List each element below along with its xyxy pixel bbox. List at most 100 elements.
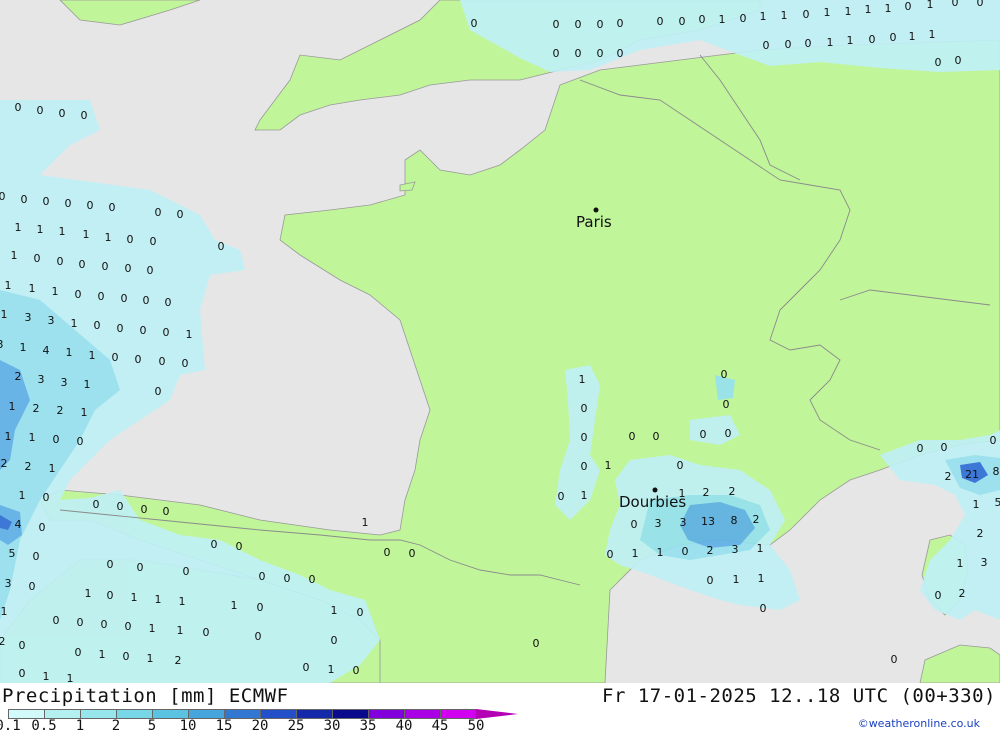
precip-value: 0	[137, 561, 144, 574]
precip-value: 1	[847, 34, 854, 47]
precip-value: 2	[0, 635, 6, 648]
precip-value: 0	[37, 104, 44, 117]
precip-value: 0	[558, 490, 565, 503]
precip-value: 0	[763, 39, 770, 52]
legend-labels: 0.10.5125101520253035404550	[0, 718, 520, 734]
precip-value: 1	[331, 604, 338, 617]
precip-value: 1	[328, 663, 335, 676]
precip-value: 0	[53, 614, 60, 627]
precip-value: 0	[15, 101, 22, 114]
precip-value: 0	[707, 574, 714, 587]
precip-value: 0	[721, 368, 728, 381]
precip-value: 1	[29, 431, 36, 444]
precip-value: 0	[725, 427, 732, 440]
precip-value: 0	[952, 0, 959, 9]
precip-value: 0	[59, 107, 66, 120]
precip-value: 0	[891, 653, 898, 666]
precip-value: 2	[25, 460, 32, 473]
precip-value: 1	[186, 328, 193, 341]
precip-value: 1	[15, 221, 22, 234]
precip-value: 1	[657, 546, 664, 559]
precip-value: 0	[990, 434, 997, 447]
precip-value: 0	[257, 601, 264, 614]
precip-value: 1	[89, 349, 96, 362]
precip-value: 0	[135, 353, 142, 366]
precip-value: 1	[83, 228, 90, 241]
precip-value: 2	[959, 587, 966, 600]
precip-value: 0	[19, 667, 26, 680]
precip-value: 21	[965, 468, 979, 481]
legend-label: 25	[288, 718, 305, 734]
precip-value: 0	[177, 208, 184, 221]
precip-value: 2	[1, 457, 8, 470]
precip-value: 1	[605, 459, 612, 472]
precip-value: 0	[760, 602, 767, 615]
precip-value: 0	[677, 459, 684, 472]
precip-value: 1	[9, 400, 16, 413]
precip-value: 0	[75, 288, 82, 301]
precip-value: 1	[81, 406, 88, 419]
precip-value: 0	[553, 47, 560, 60]
precip-value: 0	[123, 650, 130, 663]
precip-value: 0	[182, 357, 189, 370]
precip-value: 1	[362, 516, 369, 529]
precip-value: 0	[163, 505, 170, 518]
precip-value: 0	[631, 518, 638, 531]
precip-value: 3	[680, 516, 687, 529]
precip-value: 1	[20, 341, 27, 354]
legend-label: 0.1	[0, 718, 21, 734]
precip-value: 3	[25, 311, 32, 324]
precip-value: 0	[553, 18, 560, 31]
precip-value: 1	[579, 373, 586, 386]
precip-value: 2	[175, 654, 182, 667]
precip-value: 0	[353, 664, 360, 677]
precip-value: 1	[231, 599, 238, 612]
legend-label: 10	[180, 718, 197, 734]
credit-link[interactable]: ©weatheronline.co.uk	[858, 717, 980, 730]
precip-value: 0	[935, 589, 942, 602]
precip-value: 0	[629, 430, 636, 443]
precip-value: 1	[927, 0, 934, 11]
precip-value: 0	[53, 433, 60, 446]
city-dot	[594, 208, 599, 213]
precip-value: 3	[0, 338, 4, 351]
precip-value: 0	[211, 538, 218, 551]
precip-value: 0	[125, 620, 132, 633]
legend-label: 1	[76, 718, 84, 734]
precip-value: 0	[941, 441, 948, 454]
precip-value: 1	[155, 593, 162, 606]
precip-value: 0	[75, 646, 82, 659]
footer: Precipitation [mm] ECMWF Fr 17-01-2025 1…	[0, 683, 1000, 733]
precip-value: 0	[79, 258, 86, 271]
precip-value: 0	[890, 31, 897, 44]
precip-value: 0	[77, 435, 84, 448]
precip-value: 0	[39, 521, 46, 534]
precip-value: 0	[117, 322, 124, 335]
precip-value: 1	[581, 489, 588, 502]
precip-value: 1	[43, 670, 50, 683]
precip-value: 0	[255, 630, 262, 643]
precip-value: 13	[701, 515, 715, 528]
precip-value: 1	[632, 547, 639, 560]
precip-value: 1	[957, 557, 964, 570]
precip-value: 1	[733, 573, 740, 586]
precip-value: 1	[105, 231, 112, 244]
precipitation-map: 0 0 0 0 0 0 0 0 1 0 1 1 0 1 1 1 1 0 1 0 0 0 0 0 0 0 0 0 1 1 0 0 1 1 0 0 0 0 0 0…	[0, 0, 1000, 683]
precip-value: 0	[165, 296, 172, 309]
precip-value: 2	[57, 404, 64, 417]
precip-value: 1	[909, 30, 916, 43]
precip-value: 0	[581, 402, 588, 415]
precip-value: 0	[98, 290, 105, 303]
precip-value: 3	[5, 577, 12, 590]
precip-value: 0	[699, 13, 706, 26]
precip-value: 1	[5, 279, 12, 292]
precip-value: 0	[805, 37, 812, 50]
precip-value: 1	[177, 624, 184, 637]
precip-value: 0	[682, 545, 689, 558]
precip-value: 0	[155, 206, 162, 219]
precip-value: 0	[575, 18, 582, 31]
precip-value: 4	[43, 344, 50, 357]
precip-value: 0	[471, 17, 478, 30]
precip-value: 2	[707, 544, 714, 557]
precip-value: 0	[87, 199, 94, 212]
